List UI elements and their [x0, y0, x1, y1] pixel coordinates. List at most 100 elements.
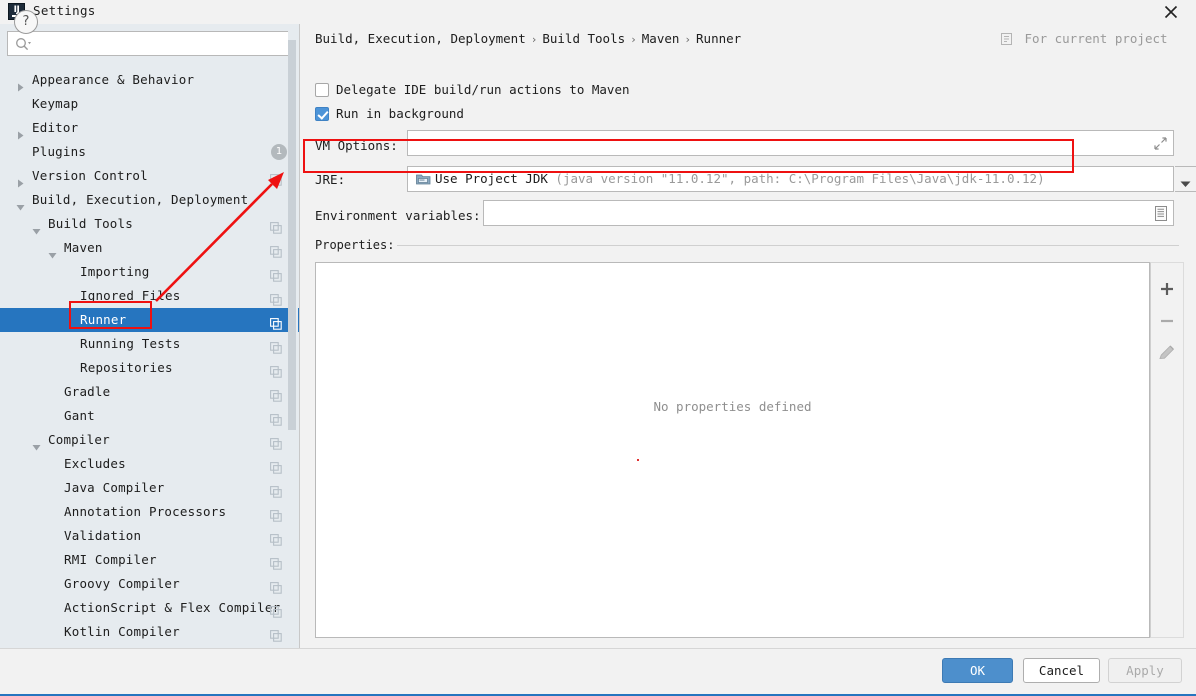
list-icon[interactable]	[1155, 206, 1167, 224]
chevron-down-icon[interactable]	[32, 436, 41, 451]
breadcrumb-item[interactable]: Build Tools	[542, 31, 625, 46]
copy-icon[interactable]	[270, 506, 282, 522]
sidebar-item-version-control[interactable]: Version Control	[0, 164, 299, 188]
chevron-right-icon[interactable]	[16, 76, 25, 92]
sidebar-item-actionscript-flex-compiler[interactable]: ActionScript & Flex Compiler	[0, 596, 299, 620]
help-button[interactable]: ?	[14, 10, 38, 34]
sidebar-item-label: Build Tools	[48, 216, 133, 231]
sidebar-item-label: Version Control	[32, 168, 148, 183]
chevron-down-icon[interactable]	[16, 196, 25, 211]
sidebar-item-label: Plugins	[32, 144, 87, 159]
sidebar-item-runner[interactable]: Runner	[0, 308, 299, 332]
copy-icon[interactable]	[270, 266, 282, 282]
copy-icon[interactable]	[270, 554, 282, 570]
breadcrumb-item[interactable]: Build, Execution, Deployment	[315, 31, 526, 46]
jre-dropdown-button[interactable]	[1175, 166, 1196, 192]
settings-sidebar: Appearance & Behavior Keymap Editor Plugins…	[0, 24, 300, 648]
sidebar-item-label: Compiler	[48, 432, 110, 447]
sidebar-item-groovy-compiler[interactable]: Groovy Compiler	[0, 572, 299, 596]
sidebar-item-label: Maven	[64, 240, 103, 255]
copy-icon[interactable]	[270, 482, 282, 498]
jre-dropdown[interactable]: Use Project JDK (java version "11.0.12",…	[407, 166, 1174, 192]
window-title: Settings	[33, 3, 96, 18]
sidebar-scrollbar-thumb[interactable]	[288, 40, 296, 430]
sidebar-item-label: Java Compiler	[64, 480, 165, 495]
properties-toolbar	[1150, 262, 1184, 638]
copy-icon[interactable]	[270, 242, 282, 258]
sidebar-item-java-compiler[interactable]: Java Compiler	[0, 476, 299, 500]
sidebar-item-importing[interactable]: Importing	[0, 260, 299, 284]
copy-icon[interactable]	[270, 410, 282, 426]
copy-icon[interactable]	[270, 362, 282, 378]
sidebar-item-build-tools[interactable]: Build Tools	[0, 212, 299, 236]
sidebar-item-rmi-compiler[interactable]: RMI Compiler	[0, 548, 299, 572]
breadcrumb-separator: ›	[530, 33, 538, 46]
sidebar-item-ignored-files[interactable]: Ignored Files	[0, 284, 299, 308]
search-icon	[15, 37, 31, 52]
chevron-right-icon[interactable]	[16, 172, 25, 188]
sidebar-item-label: ActionScript & Flex Compiler	[64, 600, 281, 615]
copy-icon[interactable]	[270, 386, 282, 402]
search-box[interactable]	[7, 31, 293, 56]
copy-icon[interactable]	[270, 338, 282, 354]
copy-icon[interactable]	[270, 218, 282, 234]
vm-options-input[interactable]	[407, 130, 1174, 156]
remove-property-button[interactable]	[1151, 307, 1183, 335]
sidebar-item-label: Keymap	[32, 96, 79, 111]
sidebar-item-compiler[interactable]: Compiler	[0, 428, 299, 452]
sidebar-item-maven[interactable]: Maven	[0, 236, 299, 260]
sidebar-item-validation[interactable]: Validation	[0, 524, 299, 548]
sidebar-item-excludes[interactable]: Excludes	[0, 452, 299, 476]
sidebar-item-gant[interactable]: Gant	[0, 404, 299, 428]
chevron-down-icon[interactable]	[32, 220, 41, 235]
sidebar-item-repositories[interactable]: Repositories	[0, 356, 299, 380]
run-in-background-checkbox[interactable]	[315, 107, 329, 121]
properties-table[interactable]: No properties defined	[315, 262, 1150, 638]
copy-icon[interactable]	[270, 458, 282, 474]
environment-variables-input[interactable]	[483, 200, 1174, 226]
cancel-button[interactable]: Cancel	[1023, 658, 1100, 683]
sidebar-item-label: Importing	[80, 264, 150, 279]
copy-icon[interactable]	[270, 626, 282, 642]
add-property-button[interactable]	[1151, 275, 1183, 303]
sidebar-item-appearance-behavior[interactable]: Appearance & Behavior	[0, 68, 299, 92]
sidebar-item-annotation-processors[interactable]: Annotation Processors	[0, 500, 299, 524]
sidebar-item-label: RMI Compiler	[64, 552, 157, 567]
project-scope-icon	[1001, 33, 1012, 48]
sidebar-item-label: Build, Execution, Deployment	[32, 192, 249, 207]
sidebar-scrollbar-track[interactable]	[288, 24, 298, 648]
copy-icon[interactable]	[270, 602, 282, 618]
sidebar-item-editor[interactable]: Editor	[0, 116, 299, 140]
search-input[interactable]	[34, 32, 289, 55]
sidebar-item-label: Validation	[64, 528, 142, 543]
breadcrumb-item[interactable]: Runner	[696, 31, 741, 46]
breadcrumb: Build, Execution, Deployment › Build Tools…	[315, 31, 741, 49]
breadcrumb-separator: ›	[684, 33, 692, 46]
copy-icon[interactable]	[270, 578, 282, 594]
sidebar-item-gradle[interactable]: Gradle	[0, 380, 299, 404]
sidebar-item-kotlin-compiler[interactable]: Kotlin Compiler	[0, 620, 299, 644]
copy-icon[interactable]	[270, 290, 282, 306]
copy-icon[interactable]	[270, 434, 282, 450]
close-icon[interactable]	[1154, 0, 1188, 24]
sidebar-item-label: Running Tests	[80, 336, 181, 351]
chevron-down-icon[interactable]	[48, 244, 57, 259]
expand-icon[interactable]	[1154, 137, 1167, 153]
delegate-checkbox[interactable]	[315, 83, 329, 97]
breadcrumb-item[interactable]: Maven	[642, 31, 680, 46]
sidebar-item-keymap[interactable]: Keymap	[0, 92, 299, 116]
jre-name: Use Project JDK	[435, 171, 548, 186]
copy-icon[interactable]	[270, 170, 282, 186]
copy-icon[interactable]	[270, 530, 282, 546]
copy-icon[interactable]	[270, 314, 282, 330]
sidebar-item-build-execution-deployment[interactable]: Build, Execution, Deployment	[0, 188, 299, 212]
sidebar-item-plugins[interactable]: Plugins 1	[0, 140, 299, 164]
ok-button[interactable]: OK	[942, 658, 1013, 683]
apply-button[interactable]: Apply	[1108, 658, 1182, 683]
settings-dialog: IJ Settings Appearance & Behavior Keymap E…	[0, 0, 1196, 696]
chevron-right-icon[interactable]	[16, 124, 25, 140]
sidebar-item-running-tests[interactable]: Running Tests	[0, 332, 299, 356]
edit-property-button[interactable]	[1151, 339, 1183, 367]
sidebar-item-label: Ignored Files	[80, 288, 181, 303]
properties-section-label: Properties:	[315, 238, 395, 252]
